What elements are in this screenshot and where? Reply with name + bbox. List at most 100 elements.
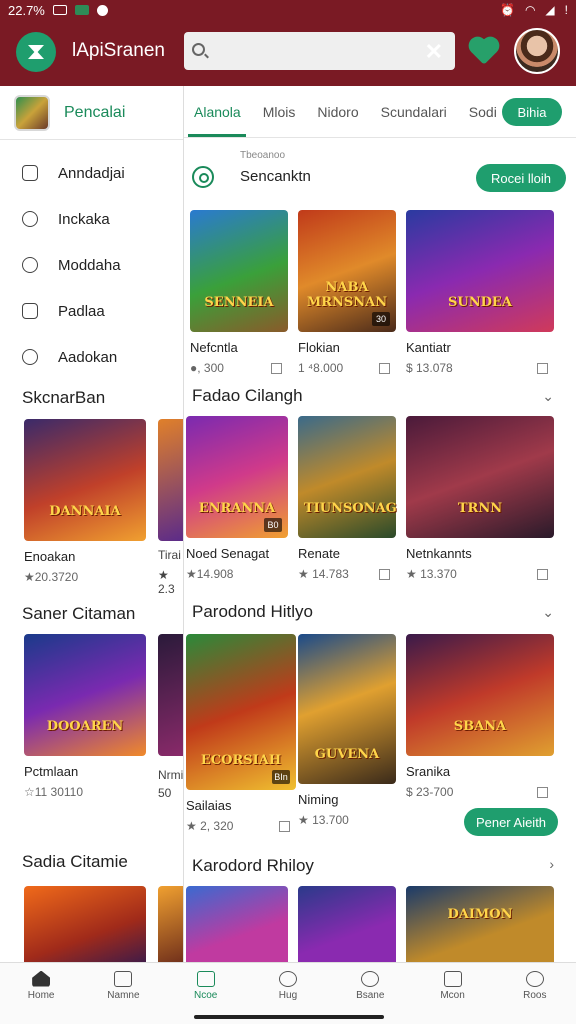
- chevron-right-icon[interactable]: ›: [549, 856, 554, 872]
- nav-roos[interactable]: Roos: [494, 963, 576, 1008]
- drawer-game-card[interactable]: DANNAIA Enoakan ★20.3720: [24, 419, 146, 584]
- game-card[interactable]: [186, 886, 288, 962]
- active-tab-indicator: [188, 134, 246, 137]
- game-art: DANNAIA: [24, 419, 146, 541]
- profile-icon: [525, 970, 544, 987]
- drawer-header-label: Pencalai: [64, 103, 126, 121]
- row-action-button[interactable]: Pener Aieith: [464, 808, 558, 836]
- game-art: NABA MRNSNAN 30: [298, 210, 396, 332]
- game-card[interactable]: NABA MRNSNAN 30 Flokian 1 ⁴8.000: [298, 210, 396, 375]
- game-card[interactable]: TIUNSONAG Renate ★ 14.783: [298, 416, 397, 581]
- tab-2[interactable]: Mlois: [263, 104, 296, 120]
- people-icon: [22, 211, 38, 227]
- game-rating: ★ 14.783: [298, 567, 396, 581]
- game-title: Pctmlaan: [24, 764, 79, 779]
- heart-icon: [471, 39, 497, 65]
- game-title: Sranika: [406, 764, 451, 779]
- bookmark-icon[interactable]: [379, 568, 390, 580]
- favorites-button[interactable]: [470, 36, 500, 66]
- game-art: [298, 886, 396, 962]
- game-card-peek[interactable]: [158, 634, 183, 756]
- game-title: Flokian: [298, 340, 340, 355]
- bookmark-icon[interactable]: [537, 362, 548, 374]
- game-card[interactable]: ECORSIAH BIn Sailaias ★ 2, 320: [186, 634, 296, 833]
- game-rating-value: ★ 14.783: [298, 567, 349, 581]
- game-art: DOOAREN: [24, 634, 146, 756]
- image-icon: [114, 970, 133, 987]
- game-art-title: DOOAREN: [46, 719, 124, 734]
- game-rating: ☆11 30110: [24, 785, 84, 799]
- nav-namne[interactable]: Namne: [82, 963, 164, 1008]
- tab-5[interactable]: Sodi: [469, 104, 497, 120]
- bookmark-icon[interactable]: [537, 568, 548, 580]
- battery-icon: !: [564, 3, 568, 17]
- navigation-drawer: Pencalai Anndadjai Inckaka Moddaha Padla…: [0, 86, 184, 962]
- game-card[interactable]: TRNN Netnkannts ★ 13.370: [406, 416, 554, 581]
- game-art: TRNN: [406, 416, 554, 538]
- game-card[interactable]: SUNDEA Kantiatr $ 13.078: [406, 210, 554, 375]
- clear-icon[interactable]: ✕: [425, 39, 443, 65]
- status-bar: 22.7% ⏰ ◠ ◢ !: [0, 0, 576, 20]
- chevron-down-icon[interactable]: ⌄: [542, 604, 554, 621]
- drawer-header[interactable]: Pencalai: [0, 86, 183, 140]
- gesture-bar[interactable]: [194, 1015, 384, 1019]
- nav-hug[interactable]: Hug: [247, 963, 329, 1008]
- search-input[interactable]: [214, 38, 394, 64]
- clock-icon: [96, 4, 108, 16]
- nav-ncoe[interactable]: Ncoe: [165, 963, 247, 1008]
- search-row-label: Sencanktn: [240, 168, 311, 185]
- game-card[interactable]: [298, 886, 396, 962]
- tab-action-button[interactable]: Bihia: [502, 98, 562, 126]
- bookmark-icon[interactable]: [379, 362, 390, 374]
- nav-bsane[interactable]: Bsane: [329, 963, 411, 1008]
- tab-3[interactable]: Nidoro: [317, 104, 358, 120]
- row-title: Karodord Rhiloy: [192, 856, 314, 875]
- app-logo[interactable]: [16, 32, 56, 72]
- drawer-item-5[interactable]: Aadokan: [0, 334, 183, 380]
- drawer-game-card[interactable]: [24, 886, 146, 962]
- game-rating: $ 23-700: [406, 785, 554, 799]
- avatar[interactable]: [514, 28, 560, 74]
- drawer-item-2[interactable]: Inckaka: [0, 196, 183, 242]
- drawer-section-title: Sadia Citamie: [22, 852, 128, 871]
- bookmark-icon[interactable]: [537, 786, 548, 798]
- game-rating-value: $ 23-700: [406, 785, 454, 799]
- tab-4[interactable]: Scundalari: [381, 104, 447, 120]
- game-card[interactable]: SBANA Sranika $ 23-700: [406, 634, 554, 799]
- game-art-title: ECORSIAH: [200, 753, 282, 768]
- game-card-peek[interactable]: [158, 886, 183, 962]
- game-card[interactable]: ENRANNA B0 Noed Senagat ★14.908: [186, 416, 288, 581]
- drawer-item-3[interactable]: Moddaha: [0, 242, 183, 288]
- search-bar[interactable]: ✕: [184, 32, 455, 70]
- game-card-peek[interactable]: [158, 419, 183, 541]
- bookmark-icon[interactable]: [279, 820, 290, 832]
- game-card[interactable]: SENNEIA Nefcntla ●, 300: [190, 210, 288, 375]
- game-card[interactable]: GUVENA Niming ★ 13.700: [298, 634, 396, 827]
- game-art-title: SUNDEA: [448, 295, 512, 310]
- bottom-navigation: Home Namne Ncoe Hug Bsane Mcon Roos: [0, 962, 576, 1008]
- peek-rating: ★ 2.3: [158, 568, 175, 596]
- status-time: 22.7%: [8, 2, 45, 18]
- tab-1[interactable]: Alanola: [194, 104, 241, 120]
- game-rating-value: ★14.908: [186, 567, 234, 581]
- bookmark-icon[interactable]: [271, 362, 282, 374]
- game-art-title: SENNEIA: [204, 295, 274, 310]
- drawer-game-card[interactable]: DOOAREN Pctmlaan ☆11 30110: [24, 634, 146, 799]
- app-screen: 22.7% ⏰ ◠ ◢ ! lApiSranen ✕ Pencalai Annd…: [0, 0, 576, 1024]
- nav-label: Hug: [278, 989, 298, 1001]
- game-rating: ★20.3720: [24, 570, 79, 584]
- game-art: [186, 886, 288, 962]
- game-card[interactable]: DAIMON: [406, 886, 554, 962]
- drawer-item-1[interactable]: Anndadjai: [0, 150, 183, 196]
- game-rating-value: ●, 300: [190, 361, 224, 375]
- nav-mcon[interactable]: Mcon: [411, 963, 493, 1008]
- app-notification-icon: [74, 5, 89, 15]
- chevron-down-icon[interactable]: ⌄: [542, 388, 554, 405]
- search-row-button[interactable]: Rocei lloih: [476, 164, 566, 192]
- target-icon[interactable]: [192, 166, 214, 188]
- nav-home[interactable]: Home: [0, 963, 82, 1008]
- nav-label: Roos: [523, 989, 547, 1001]
- game-art: GUVENA: [298, 634, 396, 784]
- drawer-item-4[interactable]: Padlaa: [0, 288, 183, 334]
- document-icon: [22, 165, 38, 181]
